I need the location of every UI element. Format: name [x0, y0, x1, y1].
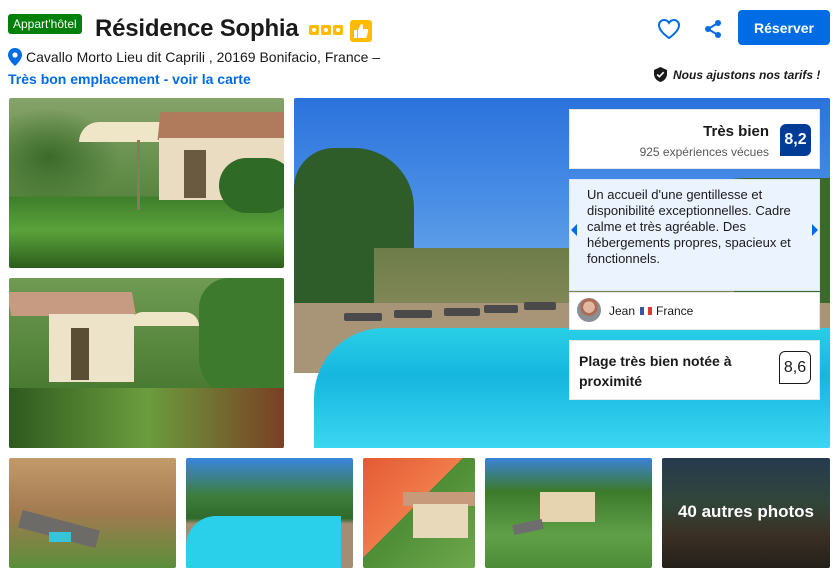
heart-icon[interactable]: [656, 16, 682, 42]
share-icon[interactable]: [702, 18, 724, 40]
photo-cottage-garden[interactable]: [485, 458, 652, 568]
map-pin-icon: [8, 48, 22, 66]
price-note-text: Nous ajustons nos tarifs !: [673, 67, 821, 82]
nearby-beach-card: Plage très bien notée à proximité 8,6: [569, 340, 820, 400]
review-quote-text: Un accueil d'une gentillesse et disponib…: [587, 187, 791, 266]
review-score-badge: 8,2: [780, 124, 811, 156]
chevron-right-icon[interactable]: [810, 222, 820, 238]
nearby-beach-score: 8,6: [779, 351, 811, 384]
address-text: Cavallo Morto Lieu dit Caprili , 20169 B…: [26, 49, 381, 65]
reserve-button[interactable]: Réserver: [738, 10, 830, 45]
address-row: Cavallo Morto Lieu dit Caprili , 20169 B…: [8, 48, 380, 66]
star-rating: [309, 25, 343, 35]
show-map-link[interactable]: Très bon emplacement - voir la carte: [8, 71, 251, 87]
review-quote-card: Un accueil d'une gentillesse et disponib…: [569, 179, 820, 291]
thumbs-up-icon: [350, 20, 372, 42]
reviewer-row: Jean France: [569, 292, 820, 330]
property-header: Appart'hôtel Résidence Sophia Cavallo Mo…: [0, 0, 840, 96]
photo-garden-cottage[interactable]: [9, 98, 284, 268]
photo-pool-side[interactable]: [186, 458, 353, 568]
review-count: 925 expériences vécues: [639, 145, 769, 159]
review-score-label: Très bien: [703, 123, 769, 140]
star-icon: [309, 25, 319, 35]
reviewer-name: Jean: [609, 304, 636, 318]
avatar: [577, 298, 601, 322]
reviewer-country: France: [656, 304, 694, 318]
shield-check-icon: [654, 67, 667, 82]
chevron-left-icon[interactable]: [569, 222, 579, 238]
photo-terrace-lounger[interactable]: [9, 458, 176, 568]
photo-parasol-detail[interactable]: [363, 458, 475, 568]
hotel-name: Résidence Sophia: [95, 15, 299, 42]
star-icon: [321, 25, 331, 35]
more-photos-tile[interactable]: 40 autres photos: [662, 458, 830, 568]
nearby-beach-label: Plage très bien notée à proximité: [579, 353, 732, 389]
france-flag-icon: [640, 307, 652, 315]
price-note: Nous ajustons nos tarifs !: [653, 67, 820, 82]
more-photos-label: 40 autres photos: [677, 502, 815, 521]
review-score-card[interactable]: Très bien 925 expériences vécues 8,2: [569, 109, 820, 169]
star-icon: [333, 25, 343, 35]
property-type-badge: Appart'hôtel: [8, 14, 82, 34]
photo-cottage-terrace[interactable]: [9, 278, 284, 448]
